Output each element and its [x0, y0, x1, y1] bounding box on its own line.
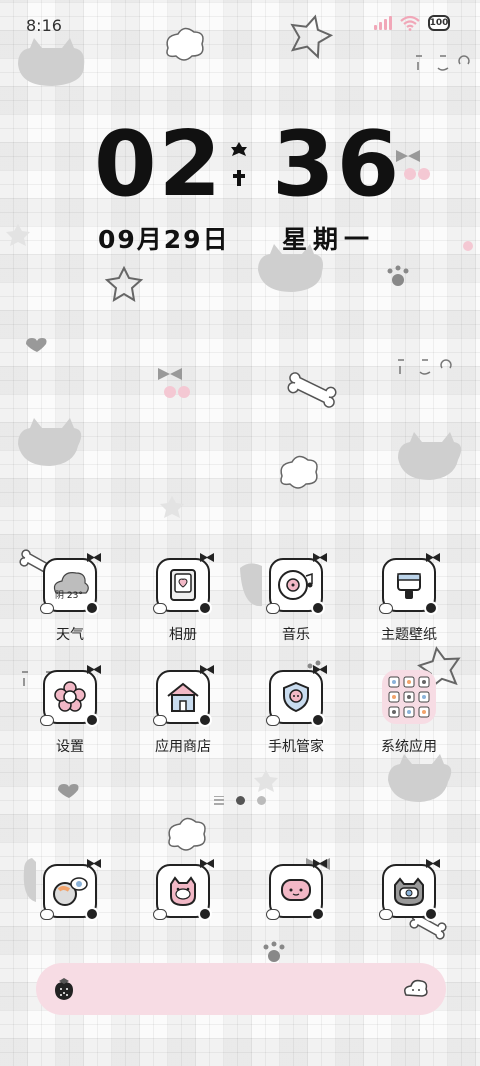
bow-icon: [87, 859, 101, 868]
system-apps-folder-icon: [382, 670, 436, 724]
page-indicator-menu-icon: [214, 796, 224, 805]
music-icon: [266, 553, 327, 615]
paw-icon: [198, 713, 212, 727]
bow-icon: [313, 859, 327, 868]
theme-icon: [379, 553, 440, 615]
app-store-icon: [153, 665, 214, 727]
wifi-icon: [400, 15, 420, 31]
bow-icon: [200, 665, 214, 674]
gallery-icon: [153, 553, 214, 615]
security-icon: [266, 665, 327, 727]
paw-icon: [85, 907, 99, 921]
bubble-face-icon: [281, 879, 311, 901]
paw-icon: [311, 601, 325, 615]
browser-icon: [266, 859, 327, 921]
app-system-folder[interactable]: 系统应用: [359, 670, 459, 780]
app-weather[interactable]: 阴 23° 天气: [20, 553, 120, 668]
bow-icon: [200, 553, 214, 562]
bow-icon: [313, 665, 327, 674]
messages-icon: [153, 859, 214, 921]
flower-gear-icon: [54, 681, 86, 712]
strawberry-icon: [55, 978, 73, 1000]
page-dot-active: [236, 796, 245, 805]
bow-icon: [200, 859, 214, 868]
bow-icon: [87, 553, 101, 562]
clock-date: 09月29日: [98, 225, 230, 254]
dock-browser[interactable]: [246, 859, 346, 934]
paw-icon: [85, 713, 99, 727]
puff-icon: [40, 715, 54, 726]
dock-messages[interactable]: [133, 859, 233, 934]
app-music[interactable]: 音乐: [246, 553, 346, 668]
puff-icon: [153, 909, 167, 920]
app-label: 天气: [56, 627, 84, 643]
dock-phone[interactable]: [20, 859, 120, 934]
puff-icon: [379, 603, 393, 614]
status-icons: 100: [374, 15, 450, 31]
page-indicator[interactable]: [214, 796, 266, 805]
bow-icon: [87, 665, 101, 674]
weather-temp: 阴 23°: [55, 591, 83, 601]
shield-icon: [283, 681, 309, 713]
app-label: 设置: [56, 739, 84, 755]
record-icon: [278, 570, 313, 600]
app-label: 音乐: [282, 627, 310, 643]
phone-handset-icon: [53, 877, 88, 906]
cellular-signal-icon: [374, 16, 392, 30]
paw-icon: [311, 907, 325, 921]
app-label: 相册: [169, 627, 197, 643]
paw-icon: [424, 601, 438, 615]
bow-icon: [426, 553, 440, 562]
puff-icon: [153, 603, 167, 614]
battery-icon: 100: [428, 15, 450, 31]
app-label: 主题壁纸: [381, 627, 437, 643]
clock-separator-icon: [231, 142, 247, 186]
paw-icon: [198, 601, 212, 615]
bow-icon: [313, 553, 327, 562]
paw-icon: [85, 601, 99, 615]
dock-camera[interactable]: [359, 859, 459, 934]
puff-icon: [266, 909, 280, 920]
camera-icon: [379, 859, 440, 921]
paw-icon: [424, 907, 438, 921]
puff-icon: [153, 715, 167, 726]
app-security[interactable]: 手机管家: [246, 665, 346, 780]
clock-hours[interactable]: 02: [94, 120, 223, 210]
app-theme[interactable]: 主题壁纸: [359, 553, 459, 668]
weather-icon: 阴 23°: [40, 553, 101, 615]
cloud-assistant-icon: [404, 979, 428, 997]
paw-icon: [198, 907, 212, 921]
app-gallery[interactable]: 相册: [133, 553, 233, 668]
paint-bucket-icon: [397, 573, 421, 599]
cat-camera-icon: [394, 877, 424, 907]
puff-icon: [266, 603, 280, 614]
page-dot: [257, 796, 266, 805]
app-label: 手机管家: [268, 739, 324, 755]
clock-minutes[interactable]: 36: [272, 120, 401, 210]
folder-grid-icon: [388, 676, 430, 718]
cat-face-icon: [170, 876, 196, 907]
puff-icon: [266, 715, 280, 726]
status-time: 8:16: [26, 16, 62, 35]
app-store[interactable]: 应用商店: [133, 665, 233, 780]
search-bar[interactable]: [36, 963, 446, 1015]
app-settings[interactable]: 设置: [20, 665, 120, 780]
paw-icon: [311, 713, 325, 727]
settings-icon: [40, 665, 101, 727]
puff-icon: [40, 603, 54, 614]
house-icon: [167, 682, 199, 712]
puff-icon: [379, 909, 393, 920]
app-label: 应用商店: [155, 739, 211, 755]
photo-frame-icon: [170, 569, 196, 601]
clock-weekday: 星期一: [282, 225, 376, 254]
phone-icon: [40, 859, 101, 921]
puff-icon: [40, 909, 54, 920]
bow-icon: [426, 859, 440, 868]
app-label: 系统应用: [381, 739, 437, 755]
